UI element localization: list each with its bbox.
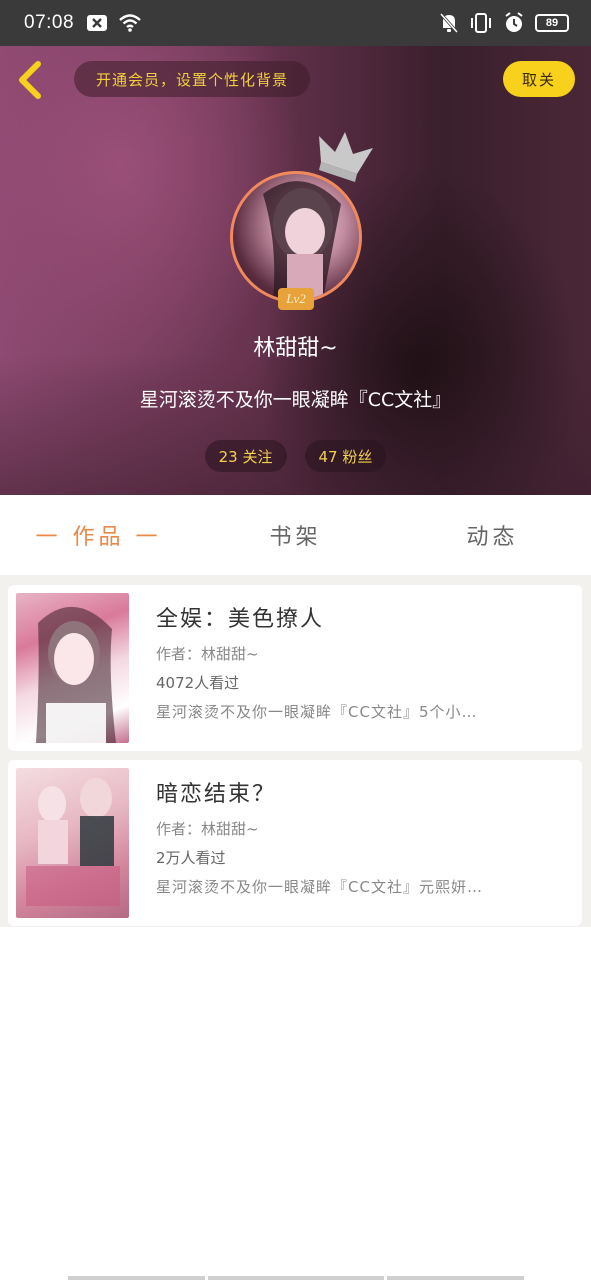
- book-cover[interactable]: [16, 768, 129, 918]
- book-cover[interactable]: [16, 593, 129, 743]
- list-item[interactable]: 全娱：美色撩人 作者：林甜甜~ 4072人看过 星河滚烫不及你一眼凝眸『CC文社…: [8, 585, 582, 751]
- wifi-icon: [119, 14, 141, 32]
- back-arrow-icon[interactable]: [14, 58, 48, 102]
- vip-background-banner[interactable]: 开通会员，设置个性化背景: [74, 61, 310, 97]
- profile-header: 开通会员，设置个性化背景 取关 Lv2 林甜甜~ 星河滚烫不及你一眼凝眸『CC文…: [0, 46, 591, 495]
- book-title: 暗恋结束？: [156, 782, 277, 807]
- avatar-image: [263, 181, 341, 300]
- avatar-container[interactable]: Lv2: [230, 132, 373, 310]
- battery-indicator: 89: [535, 14, 569, 32]
- following-count[interactable]: 23 关注: [204, 440, 287, 472]
- tab-activity[interactable]: 动态: [394, 519, 591, 551]
- book-views: 4072人看过: [156, 674, 240, 692]
- unfollow-button[interactable]: 取关: [503, 61, 575, 97]
- list-item[interactable]: 暗恋结束？ 作者：林甜甜~ 2万人看过 星河滚烫不及你一眼凝眸『CC文社』元熙妍…: [8, 760, 582, 926]
- crown-icon: [319, 132, 373, 182]
- followers-count[interactable]: 47 粉丝: [304, 440, 387, 472]
- username: 林甜甜~: [253, 336, 338, 361]
- home-indicator: [68, 1276, 524, 1280]
- notification-icon: [87, 15, 108, 31]
- status-time: 07:08: [24, 12, 75, 33]
- tab-bookshelf[interactable]: 书架: [197, 519, 394, 551]
- book-author: 作者：林甜甜~: [156, 645, 259, 663]
- level-badge: Lv2: [278, 288, 314, 310]
- alarm-icon: [505, 12, 523, 32]
- tab-works[interactable]: 一 作品 一: [0, 519, 197, 551]
- book-description: 星河滚烫不及你一眼凝眸『CC文社』5个小…: [156, 703, 478, 721]
- book-views: 2万人看过: [156, 849, 226, 867]
- user-stats: 23 关注 47 粉丝: [0, 440, 591, 472]
- avatar[interactable]: [230, 171, 362, 303]
- book-author: 作者：林甜甜~: [156, 820, 259, 838]
- mute-icon: [439, 13, 459, 33]
- book-title: 全娱：美色撩人: [156, 607, 325, 632]
- book-description: 星河滚烫不及你一眼凝眸『CC文社』元熙妍…: [156, 878, 483, 896]
- vibrate-icon: [471, 13, 491, 33]
- works-list: 全娱：美色撩人 作者：林甜甜~ 4072人看过 星河滚烫不及你一眼凝眸『CC文社…: [0, 575, 591, 927]
- user-signature: 星河滚烫不及你一眼凝眸『CC文社』: [139, 389, 452, 411]
- status-bar: 07:08 89: [0, 0, 591, 46]
- profile-tabs: 一 作品 一 书架 动态: [0, 495, 591, 575]
